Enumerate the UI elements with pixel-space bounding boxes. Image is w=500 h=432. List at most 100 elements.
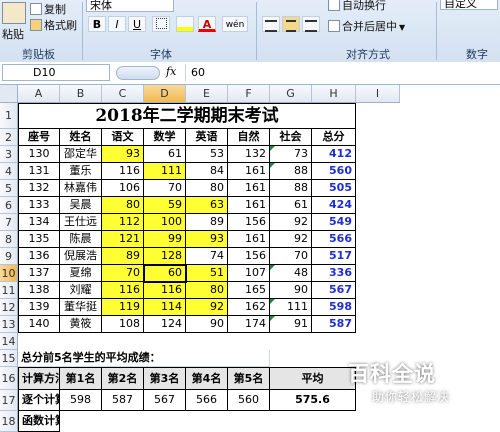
score-cell[interactable]: 80 — [186, 180, 228, 197]
align-center-button[interactable] — [282, 16, 300, 32]
score-cell[interactable]: 156 — [228, 248, 270, 265]
row-header-18[interactable]: 18 — [0, 411, 18, 432]
avg-table-header[interactable]: 第3名 — [144, 367, 186, 390]
avg-row-cell[interactable]: 560 — [228, 390, 270, 411]
merge-center-button[interactable]: 合并后居中 ▼ — [328, 18, 405, 34]
column-title[interactable]: 总分 — [312, 129, 356, 146]
score-cell[interactable]: 吴晨 — [60, 197, 102, 214]
score-cell[interactable]: 92 — [270, 214, 312, 231]
score-cell[interactable]: 48 — [270, 265, 312, 282]
row-header-1[interactable]: 1 — [0, 103, 18, 129]
score-cell[interactable]: 132 — [18, 180, 60, 197]
font-color-button[interactable]: A — [198, 16, 216, 32]
column-header-d[interactable]: D — [144, 85, 186, 103]
fill-color-button[interactable] — [176, 16, 194, 32]
score-cell[interactable]: 100 — [144, 214, 186, 231]
score-cell[interactable]: 162 — [228, 299, 270, 316]
total-score-cell[interactable]: 424 — [312, 197, 356, 214]
score-cell[interactable]: 111 — [270, 299, 312, 316]
wrap-text-button[interactable]: 自动换行 — [328, 0, 386, 13]
phonetic-button[interactable]: wén — [222, 16, 248, 32]
avg-table-header[interactable]: 平均 — [270, 367, 356, 390]
score-cell[interactable]: 133 — [18, 197, 60, 214]
score-cell[interactable]: 刘耀 — [60, 282, 102, 299]
total-score-cell[interactable]: 566 — [312, 231, 356, 248]
underline-button[interactable]: U — [128, 16, 146, 32]
select-all-corner[interactable] — [0, 85, 18, 103]
italic-button[interactable]: I — [108, 16, 126, 32]
score-cell[interactable]: 51 — [186, 265, 228, 282]
score-cell[interactable]: 88 — [270, 163, 312, 180]
score-cell[interactable]: 116 — [144, 282, 186, 299]
align-right-button[interactable] — [302, 16, 320, 32]
format-painter-button[interactable]: 格式刷 — [30, 17, 77, 33]
score-cell[interactable]: 倪展浩 — [60, 248, 102, 265]
score-cell[interactable]: 黄筱 — [60, 316, 102, 333]
score-cell[interactable]: 156 — [228, 214, 270, 231]
column-header-h[interactable]: H — [312, 85, 356, 103]
column-title[interactable]: 姓名 — [60, 129, 102, 146]
avg-row-cell[interactable]: 575.6 — [270, 390, 356, 411]
bold-button[interactable]: B — [88, 16, 106, 32]
score-cell[interactable]: 161 — [228, 163, 270, 180]
score-cell[interactable]: 135 — [18, 231, 60, 248]
row-header-4[interactable]: 4 — [0, 163, 18, 180]
score-cell[interactable]: 63 — [186, 197, 228, 214]
row-header-6[interactable]: 6 — [0, 197, 18, 214]
row-header-12[interactable]: 12 — [0, 299, 18, 316]
score-cell[interactable]: 王仕远 — [60, 214, 102, 231]
row-header-13[interactable]: 13 — [0, 316, 18, 333]
score-cell[interactable]: 90 — [186, 316, 228, 333]
total-score-cell[interactable]: 412 — [312, 146, 356, 163]
score-cell[interactable]: 139 — [18, 299, 60, 316]
avg-table-header[interactable]: 第4名 — [186, 367, 228, 390]
avg-table-header[interactable]: 第2名 — [102, 367, 144, 390]
avg-row-cell[interactable]: 567 — [144, 390, 186, 411]
number-format-select[interactable]: 自定义 — [440, 0, 498, 10]
score-cell[interactable]: 136 — [18, 248, 60, 265]
sheet-title[interactable]: 2018年二学期期末考试 — [18, 103, 356, 129]
name-box[interactable]: D10 — [2, 64, 110, 81]
total-score-cell[interactable]: 336 — [312, 265, 356, 282]
score-cell[interactable]: 董华挺 — [60, 299, 102, 316]
total-score-cell[interactable]: 587 — [312, 316, 356, 333]
paste-button[interactable]: 粘贴 — [2, 2, 26, 42]
score-cell[interactable]: 90 — [270, 282, 312, 299]
score-cell[interactable]: 88 — [270, 180, 312, 197]
score-cell[interactable]: 59 — [144, 197, 186, 214]
score-cell[interactable]: 74 — [186, 248, 228, 265]
score-cell[interactable]: 130 — [18, 146, 60, 163]
column-title[interactable]: 英语 — [186, 129, 228, 146]
column-header-e[interactable]: E — [186, 85, 228, 103]
score-cell[interactable]: 91 — [270, 316, 312, 333]
row-header-3[interactable]: 3 — [0, 146, 18, 163]
score-cell[interactable]: 114 — [144, 299, 186, 316]
total-score-cell[interactable]: 505 — [312, 180, 356, 197]
score-cell[interactable]: 131 — [18, 163, 60, 180]
column-header-i[interactable]: I — [356, 85, 400, 103]
score-cell[interactable]: 165 — [228, 282, 270, 299]
score-cell[interactable]: 61 — [144, 146, 186, 163]
row-header-5[interactable]: 5 — [0, 180, 18, 197]
score-cell[interactable]: 137 — [18, 265, 60, 282]
score-cell[interactable]: 70 — [270, 248, 312, 265]
score-cell[interactable]: 60 — [144, 265, 186, 282]
score-cell[interactable]: 132 — [228, 146, 270, 163]
total-score-cell[interactable]: 567 — [312, 282, 356, 299]
avg-row-cell[interactable]: 587 — [102, 390, 144, 411]
summary-note[interactable]: 总分前5名学生的平均成绩： — [18, 350, 270, 367]
score-cell[interactable]: 111 — [144, 163, 186, 180]
column-header-a[interactable]: A — [18, 85, 60, 103]
score-cell[interactable]: 林嘉伟 — [60, 180, 102, 197]
avg-row-cell[interactable]: 598 — [60, 390, 102, 411]
column-title[interactable]: 数学 — [144, 129, 186, 146]
copy-button[interactable]: 复制 — [30, 1, 66, 17]
score-cell[interactable]: 108 — [102, 316, 144, 333]
score-cell[interactable]: 84 — [186, 163, 228, 180]
total-score-cell[interactable]: 560 — [312, 163, 356, 180]
row-header-11[interactable]: 11 — [0, 282, 18, 299]
score-cell[interactable]: 89 — [186, 214, 228, 231]
score-cell[interactable]: 53 — [186, 146, 228, 163]
score-cell[interactable]: 73 — [270, 146, 312, 163]
score-cell[interactable]: 119 — [102, 299, 144, 316]
